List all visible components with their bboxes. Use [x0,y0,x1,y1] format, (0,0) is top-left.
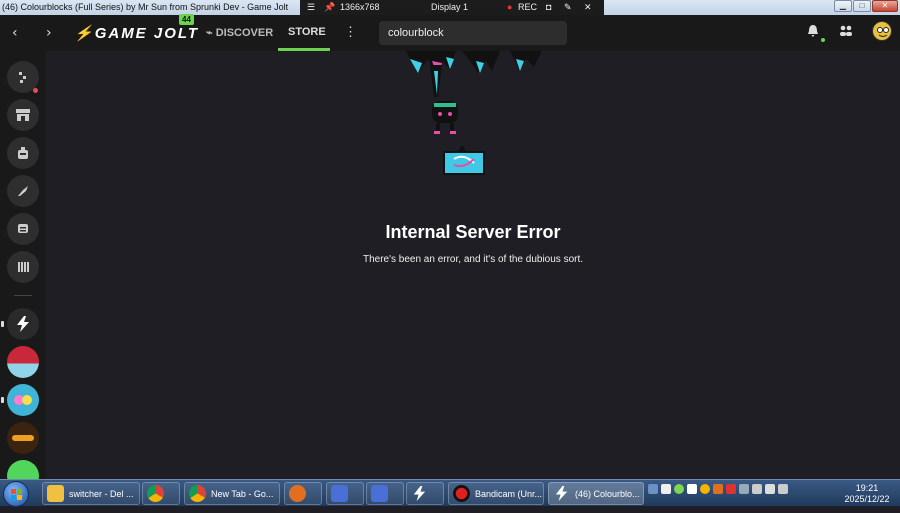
taskbar-item-explorer[interactable]: switcher - Del ... [42,482,140,505]
taskbar-item-chrome[interactable] [142,482,180,505]
backpack-icon[interactable] [7,137,39,169]
taskbar-item-label: New Tab - Go... [211,488,274,499]
shop-icon[interactable] [7,99,39,131]
start-button[interactable] [3,481,29,507]
resolution-label: 1366x768 [340,2,380,12]
activity-badge [33,88,38,93]
error-message: There's been an error, and it's of the d… [362,254,584,265]
pin-icon[interactable]: 📌 [324,2,335,13]
tray-gamejolt-icon[interactable] [687,484,697,494]
community-3[interactable] [7,384,39,416]
close-icon[interactable]: ✕ [584,2,592,13]
sidebar-divider [14,295,32,296]
tray-flag-icon[interactable] [726,484,736,494]
tray-clock-icon[interactable] [661,484,671,494]
folder-icon [47,485,64,502]
tray-keyboard-icon[interactable] [648,484,658,494]
close-button[interactable]: ✕ [872,0,898,12]
community-4[interactable] [7,422,39,454]
error-illustration [406,51,542,175]
back-icon[interactable]: ‹ [12,25,18,41]
user-avatar[interactable] [872,21,892,41]
taskbar-item-label: (46) Colourblo... [575,488,640,499]
community-pip [1,397,4,403]
taskbar-item-scratch-mod[interactable] [326,482,364,505]
bell-icon[interactable] [807,24,819,38]
sidebar [0,51,46,492]
scratch-mod-icon [331,485,348,502]
discover-label: DISCOVER [215,27,274,39]
gamejolt-icon [411,485,428,502]
scratch-mod-icon [371,485,388,502]
clock-date: 2025/12/22 [844,494,890,504]
taskbar-item-newtab[interactable]: New Tab - Go... [184,482,280,505]
pen-icon[interactable]: ✎ [564,2,572,13]
store-link[interactable]: STORE [288,26,326,38]
chrome-icon [147,485,164,502]
tray-volume-icon[interactable] [752,484,762,494]
friends-icon[interactable] [839,24,853,38]
display-label[interactable]: Display 1 [431,2,468,12]
maximize-button[interactable]: □ [853,0,871,12]
more-icon[interactable]: ⋮ [344,24,357,40]
taskbar-clock[interactable]: 19:21 2025/12/22 [838,483,896,505]
taskbar-item-gamejolt[interactable] [406,482,444,505]
taskbar-item-bandicam[interactable]: Bandicam (Unr... [448,482,544,505]
tray-status-icon[interactable] [674,484,684,494]
minimize-button[interactable]: ▁ [834,0,852,12]
top-navigation: ‹ › ⚡GAME JOLT 44 ⌁ DISCOVER STORE ⋮ [0,14,900,51]
gamejolt-community[interactable] [7,308,39,340]
logo-text: GAME JOLT [94,25,200,42]
chrome-icon [189,485,206,502]
active-community-pip [1,321,4,327]
discover-link[interactable]: ⌁ DISCOVER [206,26,273,39]
clock-time: 19:21 [855,483,879,493]
chat-icon[interactable] [7,213,39,245]
app-icon [289,485,306,502]
taskbar-item-label: switcher - Del ... [69,488,134,499]
taskbar-item-label: Bandicam (Unr... [475,488,543,499]
record-icon[interactable]: ● [507,2,512,12]
forward-icon[interactable]: › [46,25,52,41]
taskbar-item-app[interactable] [284,482,322,505]
tray-app-icon[interactable] [713,484,723,494]
notification-dot [821,38,825,42]
recorder-bar: ☰ 📌 1366x768 Display 1 ● REC ◘ ✎ ✕ [300,0,604,15]
rec-label[interactable]: REC [518,2,537,12]
main-content: Internal Server Error There's been an er… [46,51,900,479]
gamejolt-logo[interactable]: ⚡GAME JOLT [74,24,199,42]
window-titlebar: (46) Colourblocks (Full Series) by Mr Su… [0,0,900,15]
tray-speaker-icon[interactable] [778,484,788,494]
library-icon[interactable] [7,251,39,283]
quests-icon[interactable] [7,175,39,207]
bandicam-icon [453,485,470,502]
tray-display-icon[interactable] [739,484,749,494]
taskbar-item-gamejolt-window[interactable]: (46) Colourblo... [548,482,644,505]
tray-chrome-icon[interactable] [700,484,710,494]
gamejolt-icon [553,485,570,502]
menu-icon[interactable]: ☰ [307,2,315,13]
camera-icon[interactable]: ◘ [546,2,551,12]
system-tray [648,484,788,494]
notification-count-badge: 44 [179,14,194,25]
community-2[interactable] [7,346,39,378]
search-input[interactable] [379,21,567,45]
window-title: (46) Colourblocks (Full Series) by Mr Su… [2,2,289,12]
tray-network-icon[interactable] [765,484,775,494]
taskbar: switcher - Del ... New Tab - Go... Bandi… [0,479,900,507]
taskbar-item-scratch-mod-2[interactable] [366,482,404,505]
error-title: Internal Server Error [385,222,561,242]
